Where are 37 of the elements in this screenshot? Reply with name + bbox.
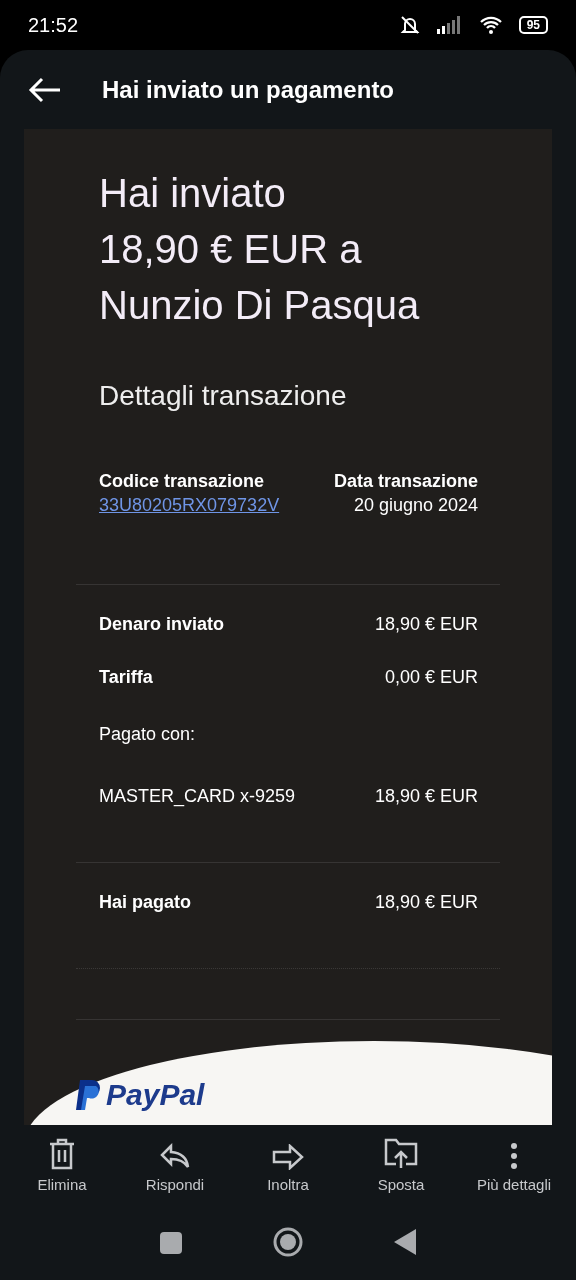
total-label: Hai pagato <box>99 891 191 915</box>
total-value: 18,90 € EUR <box>374 891 478 915</box>
headline: Hai inviato 18,90 € EUR a Nunzio Di Pasqua <box>98 170 421 330</box>
screen-title: Hai inviato un pagamento <box>102 74 395 105</box>
logo: PayPal <box>76 1077 215 1114</box>
clock: 21:52 <box>28 13 79 38</box>
signal-icon <box>436 16 463 34</box>
back-button[interactable] <box>28 76 62 103</box>
transaction-id-label: Codice transazione <box>99 470 266 494</box>
date-label: Data transazione <box>333 470 478 494</box>
row-amount: 18,90 € EUR <box>374 785 478 809</box>
toolbar-button[interactable]: Rispondi <box>119 1133 231 1197</box>
trash-icon <box>48 1137 76 1170</box>
section-title: Dettagli transazione <box>98 379 348 414</box>
reply-icon <box>159 1141 191 1170</box>
toolbar-button[interactable]: Più dettagli <box>458 1133 570 1197</box>
row-label: Tariffa <box>99 666 153 690</box>
folder-upload-icon <box>384 1137 418 1170</box>
wifi-icon <box>478 15 503 35</box>
more-icon <box>510 1141 518 1170</box>
card-name: MASTER_CARD x-9259 <box>99 785 296 809</box>
logo-icon <box>76 1080 102 1111</box>
forward-icon <box>272 1143 304 1170</box>
toolbar-button[interactable]: Sposta <box>345 1133 457 1197</box>
back-nav-button[interactable] <box>394 1229 416 1256</box>
home-button[interactable] <box>272 1226 304 1259</box>
recents-button[interactable] <box>160 1230 182 1255</box>
row-amount: 0,00 € EUR <box>384 666 478 690</box>
transaction-id-link[interactable]: 33U80205RX079732V <box>99 495 280 516</box>
mute-icon <box>398 14 421 36</box>
toolbar-button[interactable]: Inoltra <box>232 1133 344 1197</box>
row-amount: 18,90 € EUR <box>374 613 478 637</box>
date-value: 20 giugno 2024 <box>352 494 478 518</box>
row-label: Denaro inviato <box>99 613 225 637</box>
toolbar-button[interactable]: Elimina <box>6 1133 118 1197</box>
battery-indicator: 95 <box>518 16 548 34</box>
payment-method-heading: Pagato con: <box>99 723 196 747</box>
